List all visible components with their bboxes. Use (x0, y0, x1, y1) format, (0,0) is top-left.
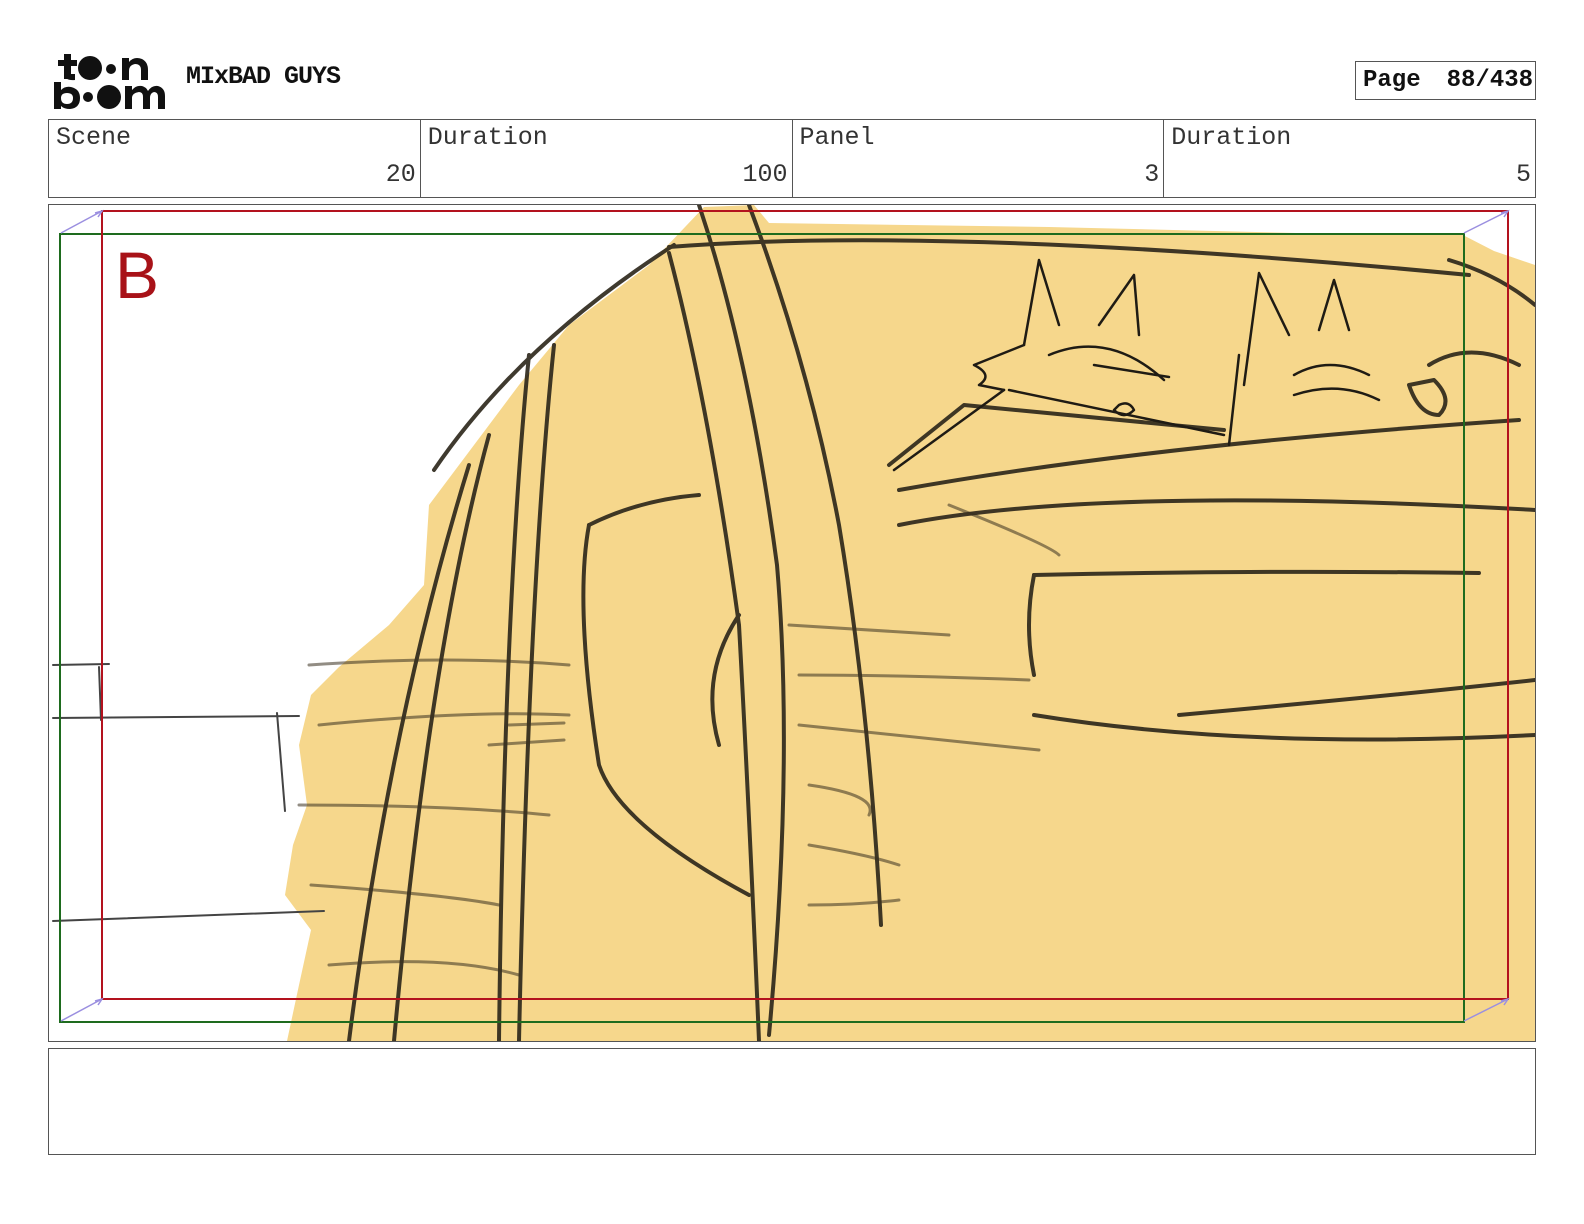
scene-value: 20 (385, 160, 416, 189)
page-indicator: Page 88/438 (1355, 61, 1536, 100)
page-label: Page (1363, 67, 1421, 94)
panel-notes-box[interactable] (48, 1048, 1536, 1155)
panel-duration-value: 5 (1515, 160, 1531, 189)
scene-info-row: Scene 20 Duration 100 Panel 3 Duration 5 (48, 119, 1536, 198)
scene-cell: Scene 20 (49, 120, 421, 197)
panel-label: Panel (799, 123, 875, 152)
storyboard-panel[interactable]: B (48, 204, 1536, 1042)
scene-duration-value: 100 (742, 160, 788, 189)
project-title: MIxBAD GUYS (186, 62, 341, 91)
scene-label: Scene (56, 123, 132, 152)
panel-sketch: B (52, 205, 1535, 1041)
scene-duration-cell: Duration 100 (421, 120, 793, 197)
scene-duration-label: Duration (427, 123, 548, 152)
panel-value: 3 (1144, 160, 1160, 189)
car-fill (285, 205, 1535, 1041)
camera-marker: B (115, 238, 159, 312)
panel-duration-cell: Duration 5 (1164, 120, 1535, 197)
page-number: 88/438 (1446, 67, 1534, 94)
toon-boom-logo (54, 54, 165, 109)
panel-duration-label: Duration (1171, 123, 1292, 152)
panel-cell: Panel 3 (793, 120, 1165, 197)
